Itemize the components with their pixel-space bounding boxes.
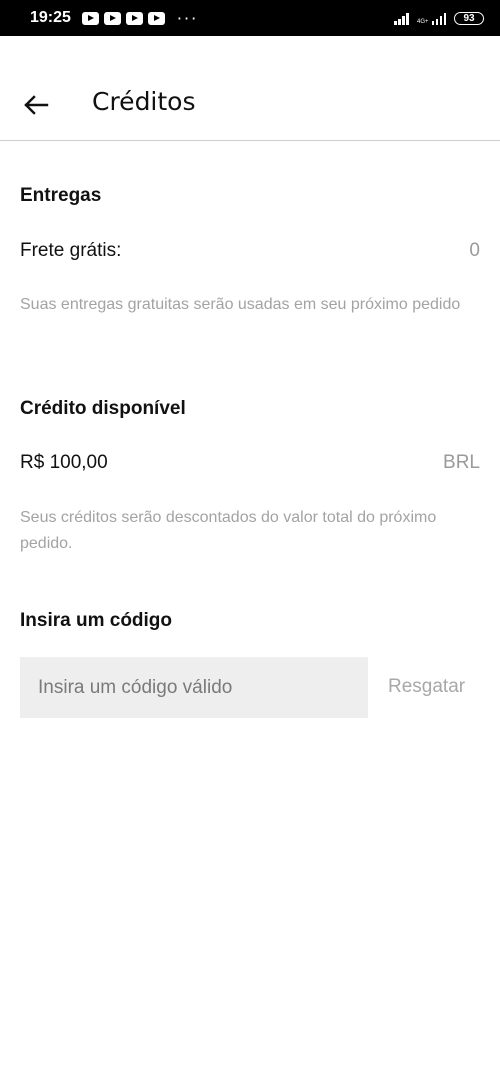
credit-note: Seus créditos serão descontados do valor… xyxy=(20,509,437,552)
battery-icon: 93 xyxy=(454,11,484,25)
credit-currency: BRL xyxy=(443,452,480,473)
app-header: Créditos xyxy=(0,36,500,141)
status-time: 19:25 xyxy=(30,9,71,26)
arrow-left-icon xyxy=(24,95,49,115)
credit-section-title: Crédito disponível xyxy=(20,398,186,419)
network-type: 4G+ xyxy=(416,18,429,25)
page-title: Créditos xyxy=(92,87,196,116)
youtube-notification-icon xyxy=(125,11,143,25)
deliveries-section-title: Entregas xyxy=(20,185,102,206)
status-bar: 19:25 ··· 4G+ 93 xyxy=(0,0,500,36)
youtube-notification-icon xyxy=(147,11,165,25)
deliveries-note: Suas entregas gratuitas serão usadas em … xyxy=(20,296,461,313)
free-shipping-value: 0 xyxy=(469,240,480,261)
youtube-notification-icon xyxy=(81,11,99,25)
redeem-button[interactable]: Resgatar xyxy=(388,676,465,698)
signal-4g-icon: 4G+ xyxy=(417,12,446,25)
credit-amount: R$ 100,00 xyxy=(20,452,108,473)
battery-level: 93 xyxy=(463,12,475,24)
status-indicators: 4G+ 93 xyxy=(394,11,484,25)
free-shipping-label: Frete grátis: xyxy=(20,240,122,261)
back-button[interactable] xyxy=(20,89,52,121)
code-section-title: Insira um código xyxy=(20,610,173,631)
youtube-notification-icon xyxy=(103,11,121,25)
more-notifications-icon: ··· xyxy=(176,8,199,28)
code-input[interactable] xyxy=(20,657,368,718)
signal-icon xyxy=(394,12,409,25)
